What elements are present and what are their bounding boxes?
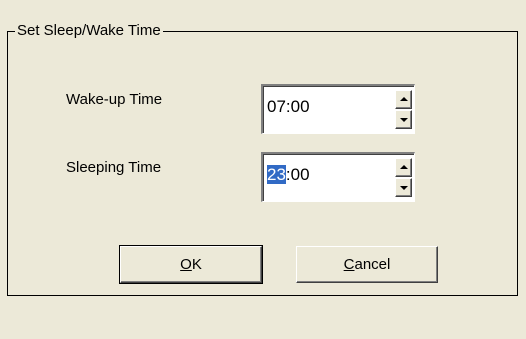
cancel-label-rest: ancel [354,256,391,273]
arrow-up-icon [400,97,408,101]
groupbox-title: Set Sleep/Wake Time [15,20,163,42]
wake-up-time-text: 07:00 [267,97,310,116]
wake-up-time-value[interactable]: 07:00 [267,96,310,118]
sleeping-time-text: :00 [285,165,310,184]
sleeping-time-spinbox[interactable]: 23:00 [261,152,415,202]
wake-up-time-increment-button[interactable] [395,90,412,109]
wake-up-time-decrement-button[interactable] [395,110,412,129]
wake-up-time-spinbox[interactable]: 07:00 [261,84,415,134]
sleeping-time-label: Sleeping Time [66,159,162,176]
arrow-down-icon [400,118,408,122]
sleeping-time-increment-button[interactable] [395,158,412,177]
wake-up-time-label: Wake-up Time [66,91,163,108]
sleeping-time-value[interactable]: 23:00 [267,164,310,186]
sleeping-time-selected-text: 23 [267,165,286,184]
sleeping-time-decrement-button[interactable] [395,178,412,197]
cancel-mnemonic: C [343,256,355,273]
cancel-button[interactable]: Cancel [296,246,438,283]
arrow-down-icon [400,186,408,190]
ok-mnemonic: O [180,256,192,273]
ok-label-rest: K [191,256,202,273]
ok-button[interactable]: OK [119,245,263,284]
arrow-up-icon [400,165,408,169]
